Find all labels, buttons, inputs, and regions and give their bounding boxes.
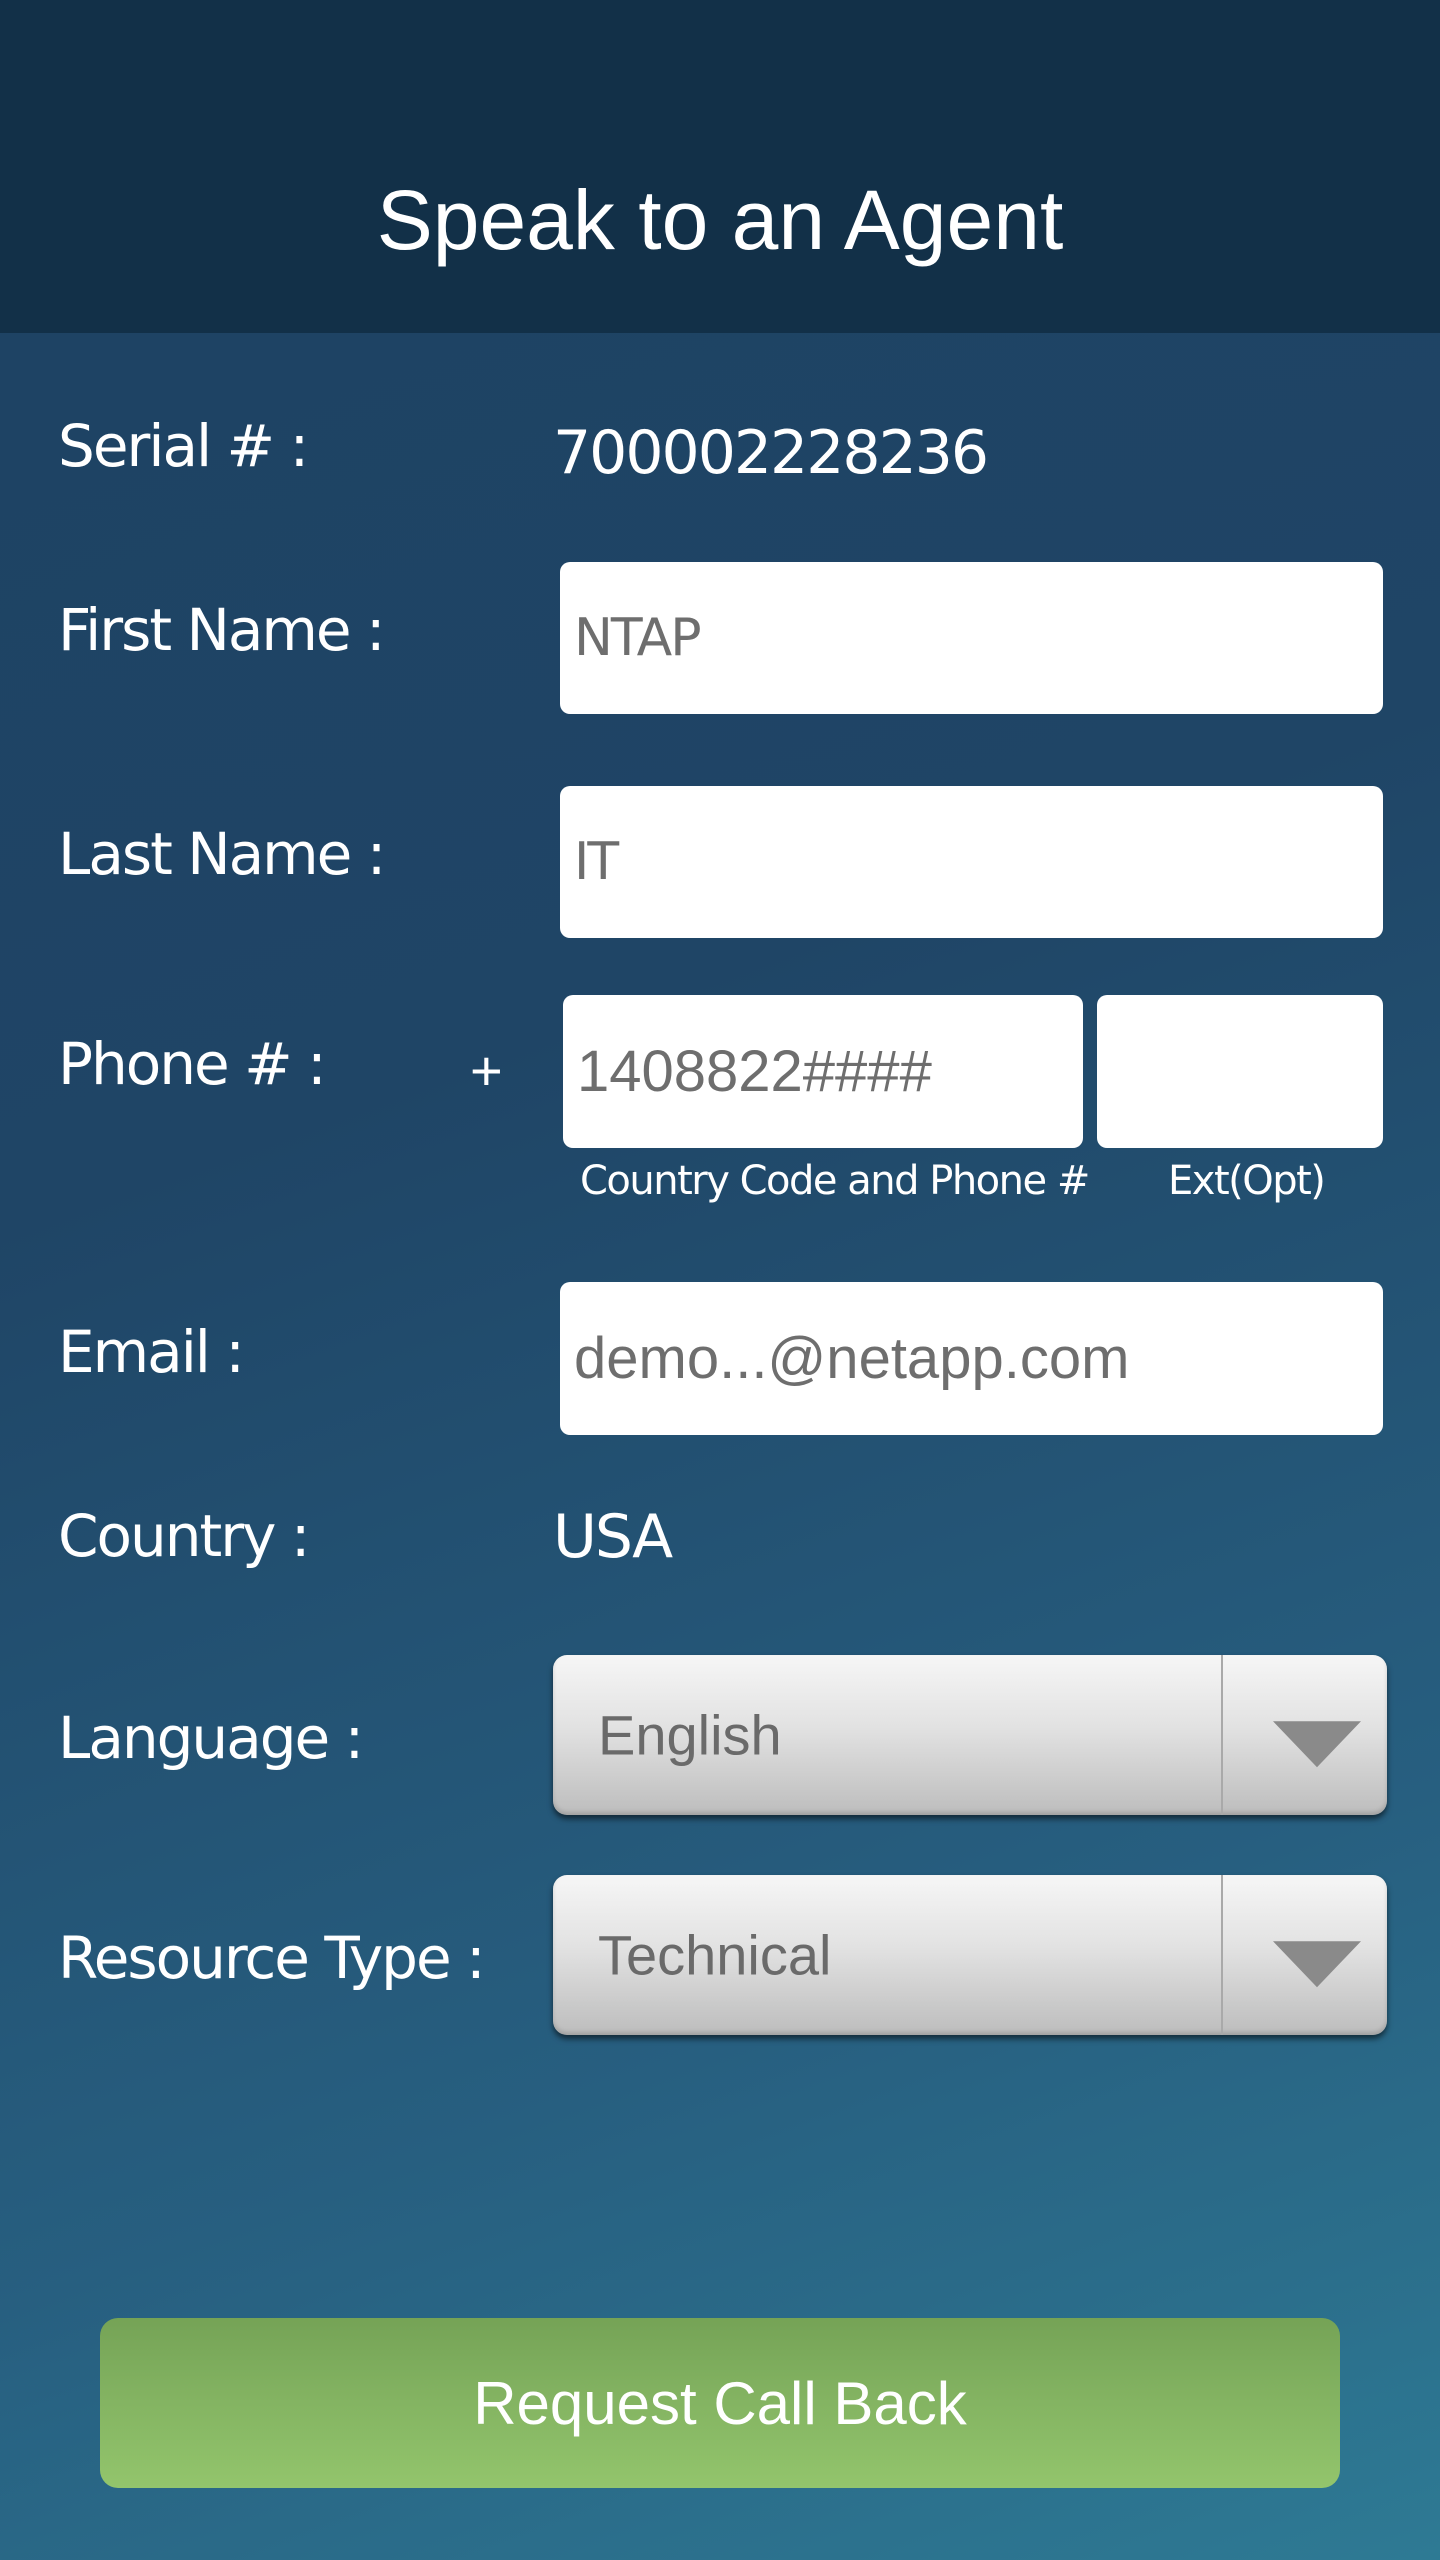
select-divider — [1221, 1655, 1223, 1815]
phone-hint: Country Code and Phone # — [580, 1158, 1090, 1204]
phone-plus-prefix: + — [470, 1039, 503, 1102]
phone-label: Phone # : — [58, 1030, 327, 1098]
resource-type-label: Resource Type : — [58, 1924, 486, 1992]
resource-type-selected-value: Technical — [598, 1923, 832, 1987]
language-selected-value: English — [598, 1703, 782, 1767]
request-call-back-button[interactable]: Request Call Back — [100, 2318, 1340, 2488]
phone-ext-input[interactable] — [1097, 995, 1383, 1148]
email-value: demo...@netapp.com — [574, 1326, 1130, 1391]
serial-label: Serial # : — [58, 412, 309, 480]
chevron-down-icon[interactable] — [1273, 1721, 1361, 1768]
serial-value: 700002228236 — [553, 418, 989, 488]
last-name-input[interactable]: IT — [560, 786, 1383, 938]
phone-input[interactable]: 1408822#### — [563, 995, 1083, 1148]
first-name-value: NTAP — [574, 608, 702, 668]
chevron-down-icon[interactable] — [1273, 1941, 1361, 1988]
last-name-value: IT — [574, 832, 619, 892]
ext-hint: Ext(Opt) — [1168, 1158, 1326, 1204]
page-title: Speak to an Agent — [376, 173, 1064, 267]
language-label: Language : — [58, 1704, 364, 1772]
email-label: Email : — [58, 1318, 245, 1386]
email-input[interactable]: demo...@netapp.com — [560, 1282, 1383, 1435]
first-name-input[interactable]: NTAP — [560, 562, 1383, 714]
country-value: USA — [553, 1502, 673, 1572]
language-select[interactable]: English — [553, 1655, 1387, 1815]
first-name-label: First Name : — [58, 596, 386, 664]
header-bar: Speak to an Agent — [0, 0, 1440, 333]
last-name-label: Last Name : — [58, 820, 386, 888]
resource-type-select[interactable]: Technical — [553, 1875, 1387, 2035]
country-label: Country : — [58, 1502, 310, 1570]
select-divider — [1221, 1875, 1223, 2035]
phone-value: 1408822#### — [577, 1039, 932, 1104]
